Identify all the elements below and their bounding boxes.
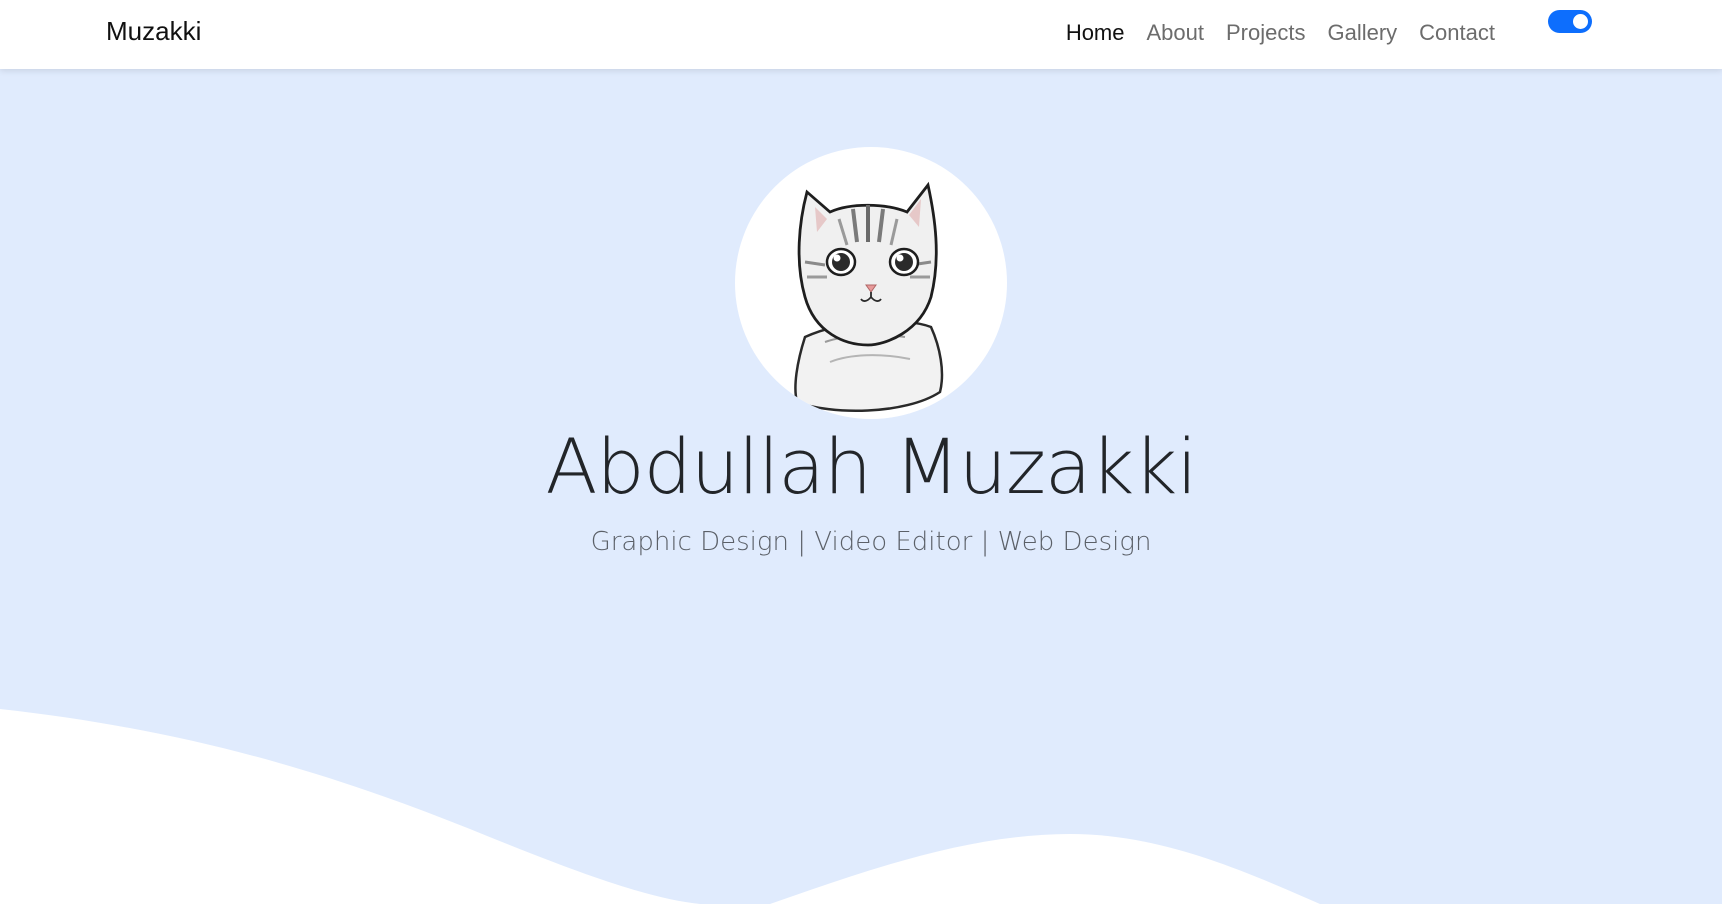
nav-link-about[interactable]: About: [1136, 18, 1216, 48]
toggle-knob: [1573, 14, 1588, 29]
brand-logo[interactable]: Muzakki: [106, 16, 201, 47]
hero-tagline: Graphic Design | Video Editor | Web Desi…: [590, 527, 1152, 557]
cat-illustration-icon: [794, 181, 944, 412]
navbar: Muzakki Home About Projects Gallery Cont…: [0, 0, 1722, 69]
avatar: [735, 147, 1007, 419]
nav-link-projects[interactable]: Projects: [1215, 18, 1316, 48]
hero-name: Abdullah Muzakki: [545, 422, 1197, 511]
nav-links: Home About Projects Gallery Contact: [1055, 18, 1506, 48]
nav-link-home[interactable]: Home: [1055, 18, 1136, 48]
nav-link-contact[interactable]: Contact: [1408, 18, 1506, 48]
theme-toggle[interactable]: [1548, 10, 1592, 33]
hero-section: Abdullah Muzakki Graphic Design | Video …: [0, 69, 1722, 904]
nav-link-gallery[interactable]: Gallery: [1316, 18, 1408, 48]
